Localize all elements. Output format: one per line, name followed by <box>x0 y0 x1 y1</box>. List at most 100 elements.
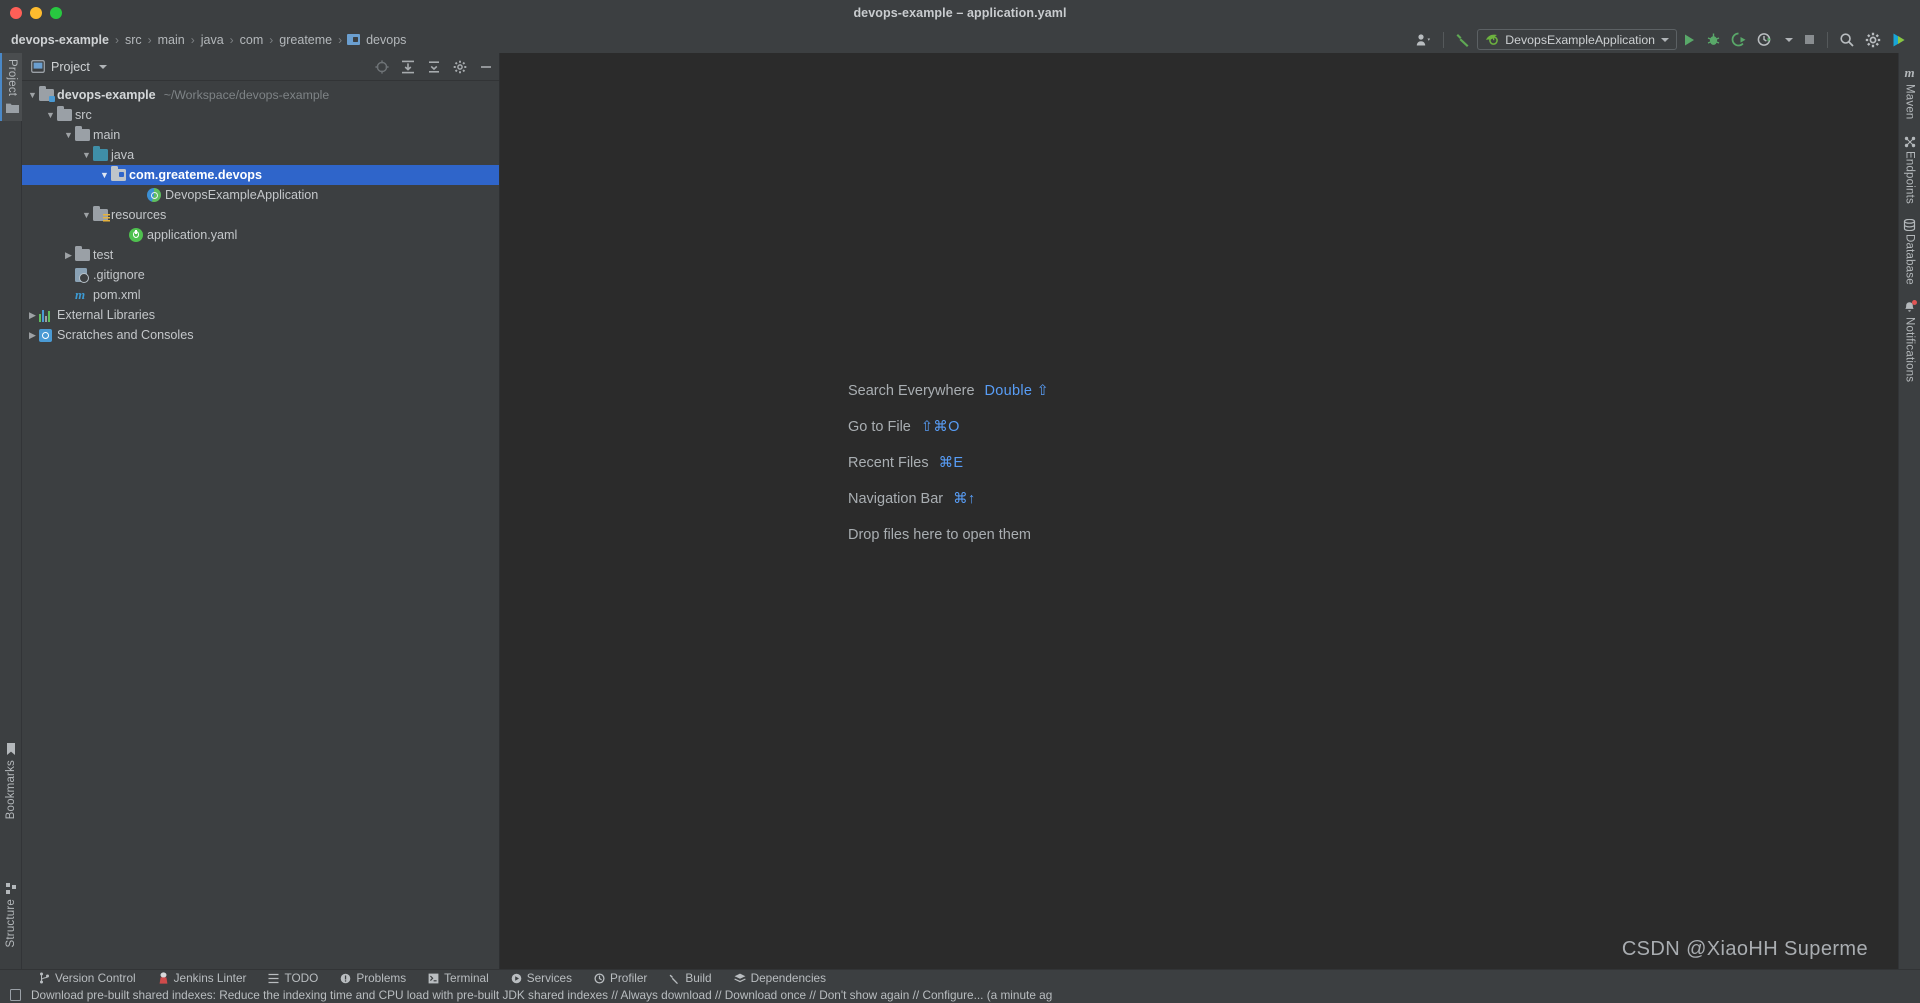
breadcrumb-item-devops[interactable]: devops <box>365 33 407 47</box>
breadcrumb[interactable]: devops-example › src › main › java › com… <box>0 33 407 47</box>
breadcrumb-item-main[interactable]: main <box>157 33 186 47</box>
debug-button[interactable] <box>1701 29 1726 51</box>
spring-boot-class-icon <box>147 188 164 202</box>
tree-row-scratches-and-consoles[interactable]: ▶ Scratches and Consoles <box>22 325 499 345</box>
sidebar-item-label: Project <box>6 59 18 97</box>
tree-row-external-libraries[interactable]: ▶ External Libraries <box>22 305 499 325</box>
profile-button[interactable] <box>1752 29 1780 51</box>
watermark-text: CSDN @XiaoHH Superme <box>1621 938 1868 960</box>
bottom-item-label: Build <box>685 971 712 985</box>
sidebar-item-project[interactable]: Project <box>0 53 22 122</box>
ai-assistant-icon[interactable] <box>1886 29 1912 51</box>
sidebar-item-notifications[interactable]: Notifications <box>1903 300 1917 383</box>
breadcrumb-item-project[interactable]: devops-example <box>10 33 110 47</box>
tree-row-devops-example-application[interactable]: DevopsExampleApplication <box>22 185 499 205</box>
maven-icon: m <box>1904 65 1915 80</box>
bottom-item-label: Terminal <box>444 971 489 985</box>
sidebar-item-structure[interactable]: Structure <box>0 882 22 947</box>
chevron-right-icon[interactable]: ▶ <box>26 310 39 321</box>
tree-row-label: devops-example <box>57 88 156 102</box>
tree-row-resources[interactable]: ▼ resources <box>22 205 499 225</box>
expand-all-icon[interactable] <box>401 60 415 74</box>
project-tree[interactable]: ▼ devops-example ~/Workspace/devops-exam… <box>22 81 499 969</box>
project-window-icon <box>31 60 45 73</box>
chevron-down-icon[interactable]: ▼ <box>80 210 93 220</box>
user-accounts-icon[interactable] <box>1411 29 1437 51</box>
tree-row-label: DevopsExampleApplication <box>165 188 319 202</box>
run-with-coverage-button[interactable] <box>1726 29 1752 51</box>
sidebar-item-database[interactable]: Database <box>1903 219 1916 285</box>
tree-row-main[interactable]: ▼ main <box>22 125 499 145</box>
bottom-item-services[interactable]: Services <box>500 971 583 985</box>
hammer-build-icon[interactable] <box>1450 29 1477 51</box>
chevron-down-icon[interactable]: ▼ <box>80 150 93 160</box>
tree-row-java[interactable]: ▼ java <box>22 145 499 165</box>
search-icon[interactable] <box>1834 29 1860 51</box>
warning-circle-icon <box>340 973 351 984</box>
sidebar-item-label: Notifications <box>1903 317 1916 383</box>
bottom-item-version-control[interactable]: Version Control <box>28 971 147 985</box>
sidebar-item-label: Bookmarks <box>5 759 17 819</box>
title-bar: devops-example – application.yaml <box>0 0 1920 26</box>
breadcrumb-item-com[interactable]: com <box>239 33 265 47</box>
branch-icon <box>39 972 50 984</box>
bottom-item-todo[interactable]: TODO <box>257 971 329 985</box>
module-folder-icon <box>39 86 56 102</box>
bottom-item-problems[interactable]: Problems <box>329 971 417 985</box>
bottom-item-dependencies[interactable]: Dependencies <box>723 971 837 985</box>
tree-row-path: ~/Workspace/devops-example <box>163 88 330 102</box>
tree-row-devops-example[interactable]: ▼ devops-example ~/Workspace/devops-exam… <box>22 85 499 105</box>
collapse-all-icon[interactable] <box>427 60 441 74</box>
terminal-icon <box>428 973 439 984</box>
shortcut-label: Go to File <box>848 419 911 435</box>
chevron-down-icon[interactable]: ▼ <box>26 90 39 100</box>
bottom-item-build[interactable]: Build <box>658 971 722 985</box>
libraries-icon <box>39 309 56 322</box>
play-circle-icon <box>511 973 522 984</box>
breadcrumb-separator: › <box>190 32 195 47</box>
tree-row-com-greateme-devops[interactable]: ▼ com.greateme.devops <box>22 165 499 185</box>
breadcrumb-item-java[interactable]: java <box>200 33 225 47</box>
tree-row-src[interactable]: ▼ src <box>22 105 499 125</box>
editor-area[interactable]: Search Everywhere Double ⇧ Go to File ⇧⌘… <box>500 53 1898 969</box>
shortcut-row-search-everywhere: Search Everywhere Double ⇧ <box>848 373 1049 409</box>
bottom-item-jenkins-linter[interactable]: Jenkins Linter <box>147 971 258 985</box>
chevron-down-icon[interactable] <box>98 64 107 69</box>
status-bar-message[interactable]: Download pre-built shared indexes: Reduc… <box>31 988 1052 1002</box>
gear-icon[interactable] <box>453 60 467 74</box>
profiler-dropdown-icon[interactable] <box>1780 29 1798 51</box>
folder-icon <box>57 106 74 121</box>
breadcrumb-separator: › <box>229 32 234 47</box>
tree-row-gitignore[interactable]: .gitignore <box>22 265 499 285</box>
shortcut-row-navigation-bar: Navigation Bar ⌘↑ <box>848 481 1049 517</box>
notification-log-icon[interactable] <box>10 988 21 1001</box>
bottom-item-profiler[interactable]: Profiler <box>583 971 658 985</box>
chevron-right-icon[interactable]: ▶ <box>26 330 39 341</box>
chevron-down-icon[interactable]: ▼ <box>44 110 57 120</box>
tree-row-pom-xml[interactable]: m pom.xml <box>22 285 499 305</box>
chevron-down-icon[interactable] <box>1661 37 1669 42</box>
stop-button[interactable] <box>1798 29 1821 51</box>
sidebar-item-endpoints[interactable]: Endpoints <box>1903 136 1916 204</box>
breadcrumb-item-greateme[interactable]: greateme <box>278 33 333 47</box>
chevron-down-icon[interactable]: ▼ <box>62 130 75 140</box>
sidebar-item-maven[interactable]: m Maven <box>1904 65 1916 120</box>
sidebar-item-bookmarks[interactable]: Bookmarks <box>0 742 22 819</box>
breadcrumb-item-src[interactable]: src <box>124 33 143 47</box>
gear-icon[interactable] <box>1860 29 1886 51</box>
sidebar-item-label: Endpoints <box>1903 150 1916 204</box>
bottom-item-terminal[interactable]: Terminal <box>417 971 500 985</box>
project-panel-title: Project <box>51 59 90 74</box>
breadcrumb-separator: › <box>338 32 343 47</box>
hide-panel-icon[interactable] <box>479 60 493 74</box>
chevron-right-icon[interactable]: ▶ <box>62 250 75 261</box>
run-configuration-selector[interactable]: DevopsExampleApplication <box>1477 29 1677 50</box>
shortcut-keys: ⌘E <box>938 455 964 471</box>
select-opened-file-icon[interactable] <box>375 59 389 74</box>
run-button[interactable] <box>1677 29 1701 51</box>
tree-row-label: test <box>93 248 114 262</box>
chevron-down-icon[interactable]: ▼ <box>98 170 111 180</box>
tree-row-application-yaml[interactable]: application.yaml <box>22 225 499 245</box>
tree-row-test[interactable]: ▶ test <box>22 245 499 265</box>
bottom-item-label: TODO <box>284 971 319 985</box>
